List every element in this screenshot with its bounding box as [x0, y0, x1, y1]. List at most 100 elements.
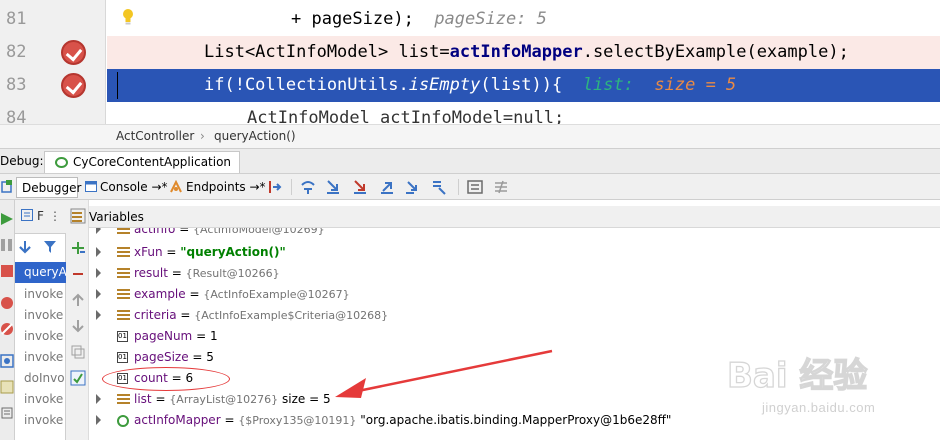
- gutter-line-84: 84: [0, 102, 106, 124]
- variable-row-example[interactable]: example = {ActInfoExample@10267}: [89, 284, 940, 305]
- variable-ref: {ArrayList@10276}: [169, 393, 279, 406]
- variable-equals: =: [167, 266, 186, 280]
- code-text: List<ActInfoModel> list=: [204, 42, 450, 62]
- gutter-line-83[interactable]: 83: [0, 69, 106, 102]
- tab-debugger[interactable]: Debugger: [16, 177, 81, 198]
- code-text: + pageSize);: [291, 9, 414, 29]
- lightbulb-icon[interactable]: [121, 8, 135, 26]
- editor-gutter[interactable]: 81 82 83 84: [0, 0, 106, 124]
- debug-toolbar: Debugger Console →* Endpoints →*: [0, 174, 940, 200]
- tab-console[interactable]: Console →*: [84, 177, 168, 198]
- expand-arrow-icon[interactable]: [96, 415, 101, 425]
- breakpoint-icon[interactable]: [61, 73, 86, 98]
- frame-item[interactable]: invoke: [15, 389, 66, 410]
- view-breakpoints-icon[interactable]: [0, 296, 14, 310]
- variable-name: criteria: [134, 308, 177, 322]
- step-out-icon[interactable]: [379, 179, 395, 195]
- frame-item[interactable]: invoke: [15, 326, 66, 347]
- code-field-ref: actInfoMapper: [449, 42, 583, 62]
- frame-item[interactable]: doInvo: [15, 368, 66, 389]
- debug-label: Debug:: [0, 154, 44, 168]
- object-field-icon: [117, 310, 130, 321]
- get-thread-dump-icon[interactable]: [0, 354, 14, 368]
- frame-item[interactable]: invoke: [15, 347, 66, 368]
- variable-ref: {ActInfoModel@10269}: [193, 228, 325, 236]
- object-field-icon: [117, 394, 130, 405]
- variable-value: 1: [209, 329, 218, 343]
- frame-item[interactable]: invoke: [15, 410, 66, 431]
- stop-icon[interactable]: [0, 264, 14, 278]
- remove-watch-icon[interactable]: [70, 266, 86, 282]
- variable-row-criteria[interactable]: criteria = {ActInfoExample$Criteria@1026…: [89, 305, 940, 326]
- gutter-line-82[interactable]: 82: [0, 36, 106, 69]
- code-line-83-current[interactable]: if(!CollectionUtils.isEmpty(list)){ list…: [107, 69, 940, 102]
- drop-frame-icon[interactable]: [405, 179, 421, 195]
- move-down-icon[interactable]: [18, 240, 32, 254]
- variable-name: pageSize: [134, 350, 189, 364]
- expand-arrow-icon[interactable]: [96, 268, 101, 278]
- new-watch-icon[interactable]: [70, 240, 86, 256]
- resume-icon[interactable]: [0, 212, 14, 226]
- code-line-84[interactable]: ActInfoModel actInfoModel=null;: [107, 102, 940, 124]
- watches-in-variables-icon[interactable]: [70, 370, 86, 386]
- breakpoint-icon[interactable]: [61, 40, 86, 65]
- mute-breakpoints-icon[interactable]: [0, 322, 14, 336]
- show-execution-point-icon[interactable]: [268, 179, 284, 195]
- expand-arrow-icon[interactable]: [96, 310, 101, 320]
- move-down-icon[interactable]: [70, 318, 86, 334]
- step-into-icon[interactable]: [325, 179, 341, 195]
- line-number: 83: [6, 75, 27, 95]
- primitive-field-icon: 01: [117, 331, 128, 342]
- code-editor[interactable]: 81 82 83 84 + pageSize); pageSize: 5 Lis…: [0, 0, 940, 124]
- frame-item[interactable]: queryA: [15, 262, 66, 283]
- frame-item[interactable]: invoke: [15, 305, 66, 326]
- breadcrumb-class[interactable]: ActController: [116, 129, 194, 143]
- restore-layout-icon[interactable]: [1, 179, 13, 195]
- move-up-icon[interactable]: [70, 292, 86, 308]
- variable-row-pagenum[interactable]: 01 pageNum = 1: [89, 326, 940, 347]
- filter-icon[interactable]: [43, 240, 57, 254]
- frames-menu-icon[interactable]: ⋮: [49, 209, 61, 223]
- frame-item[interactable]: invoke: [15, 284, 66, 305]
- variable-name: xFun: [134, 245, 163, 259]
- debug-session-tab[interactable]: CyCoreContentApplication: [44, 151, 241, 173]
- tab-label: Endpoints →*: [186, 180, 266, 194]
- settings-icon[interactable]: [0, 380, 14, 394]
- expand-arrow-icon[interactable]: [96, 289, 101, 299]
- pin-tab-icon[interactable]: [0, 406, 14, 420]
- duplicate-watch-icon[interactable]: [70, 344, 86, 360]
- tab-endpoints[interactable]: Endpoints →*: [168, 177, 266, 198]
- endpoints-icon: [170, 180, 182, 193]
- variable-name: actInfo: [134, 228, 176, 236]
- toolbar-divider: [458, 179, 459, 195]
- variables-title: Variables: [89, 210, 144, 224]
- breadcrumb-method[interactable]: queryAction(): [214, 129, 296, 143]
- variable-equals: =: [220, 413, 239, 427]
- variable-row-result[interactable]: result = {Result@10266}: [89, 263, 940, 284]
- variable-row-actinfo[interactable]: actInfo = {ActInfoModel@10269}: [89, 228, 940, 240]
- step-over-icon[interactable]: [300, 179, 316, 195]
- evaluate-expression-icon[interactable]: [467, 179, 483, 195]
- frames-panel: F ⋮ queryA invoke invoke invoke invoke d…: [15, 200, 66, 440]
- code-line-81[interactable]: + pageSize); pageSize: 5: [107, 3, 940, 36]
- variable-name: result: [134, 266, 168, 280]
- force-step-into-icon[interactable]: [352, 179, 368, 195]
- variable-row-xfun[interactable]: xFun = "queryAction()": [89, 242, 940, 263]
- baidu-watermark-logo: Bai 经验: [727, 355, 868, 396]
- variable-value: size = 5: [282, 392, 331, 406]
- object-field-icon: [117, 268, 130, 279]
- variables-toolbar: [66, 200, 89, 440]
- pause-icon[interactable]: [0, 238, 14, 252]
- expand-arrow-icon[interactable]: [96, 394, 101, 404]
- spring-boot-icon: [55, 157, 68, 168]
- run-to-cursor-icon[interactable]: [431, 179, 447, 195]
- expand-arrow-icon[interactable]: [96, 228, 101, 234]
- code-text: ActInfoModel actInfoModel=null;: [247, 108, 565, 124]
- trace-stream-icon[interactable]: [493, 179, 509, 195]
- breadcrumb-separator: ›: [200, 129, 205, 143]
- expand-arrow-icon[interactable]: [96, 247, 101, 257]
- code-line-82[interactable]: List<ActInfoModel> list=actInfoMapper.se…: [107, 36, 940, 69]
- variables-icon: [72, 212, 82, 222]
- variable-ref: {ActInfoExample@10267}: [203, 288, 350, 301]
- variable-string-value: "queryAction()": [180, 245, 286, 259]
